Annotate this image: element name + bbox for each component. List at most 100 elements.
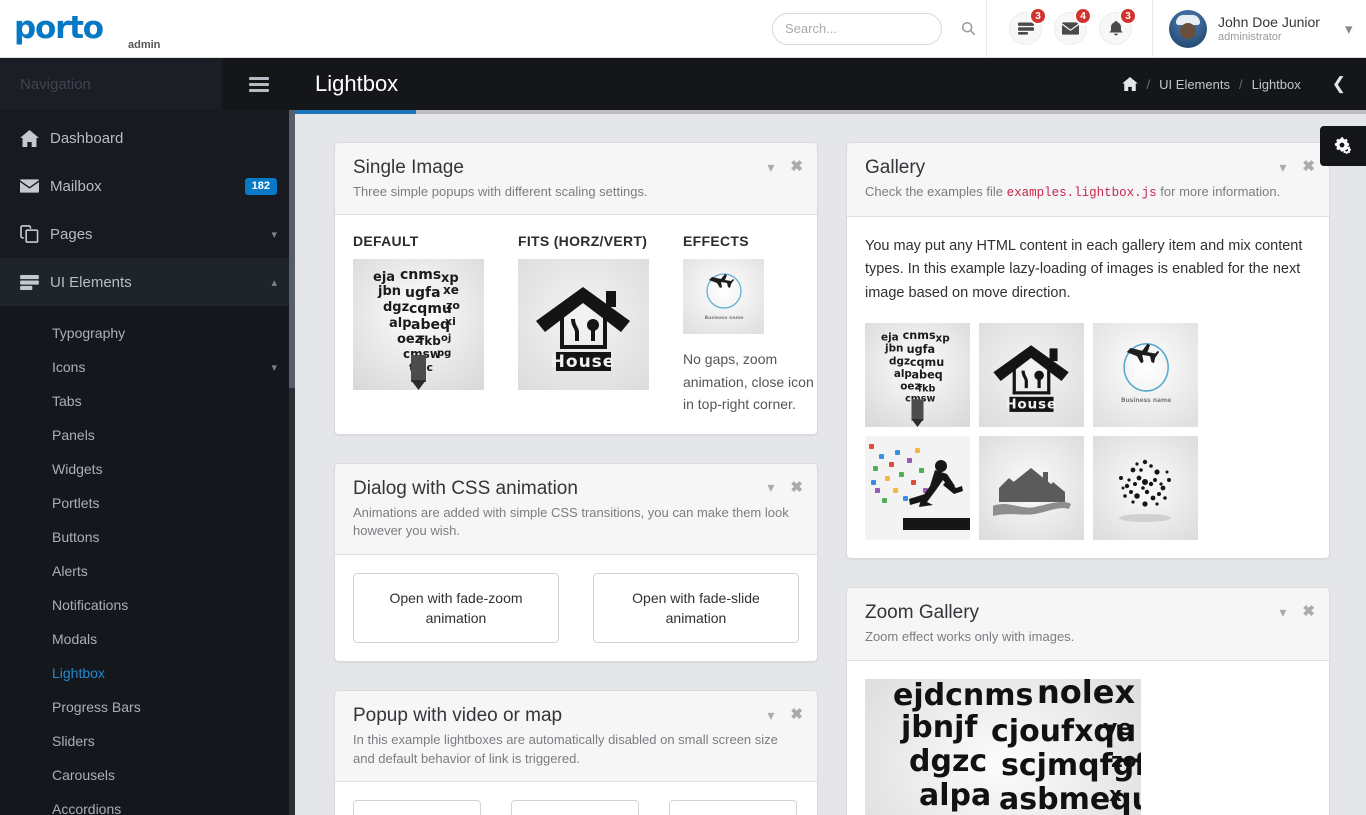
gallery-grid: eja cnms xp jbn ugfa dgz cqmu alp abeq oez fk… (865, 323, 1311, 541)
airplane-circle-image[interactable]: Business name (683, 259, 764, 335)
user-profile-menu[interactable]: John Doe Junior administrator ▾ (1153, 9, 1353, 48)
letters-pencil-image[interactable]: eja cnms xp jbn ugfa dgz cqmu alp abeq oez fk… (865, 323, 970, 428)
collapse-icon[interactable]: ▾ (767, 480, 774, 494)
letters-pencil-image[interactable]: eja cnms xp jbn ugfa xe dgz cqmu zo alp abeq… (353, 259, 484, 391)
single-image-effects: EFFECTS Business name No gaps, zoom anim… (683, 233, 823, 415)
panel-actions: ▾ ✖ (1279, 159, 1315, 174)
chevron-left-icon[interactable]: ❮ (1332, 74, 1346, 94)
sidebar-item-notifications[interactable]: Notifications (0, 588, 295, 622)
user-name: John Doe Junior (1218, 13, 1320, 30)
main-content: Single Image Three simple popups with di… (295, 114, 1366, 815)
svg-text:jbn: jbn (377, 284, 401, 299)
breadcrumb-ui-elements[interactable]: UI Elements (1159, 77, 1230, 92)
sidebar-item-typography[interactable]: Typography (0, 316, 295, 350)
envelope-icon[interactable]: 4 (1054, 7, 1092, 45)
sidebar-item-lightbox[interactable]: Lightbox (0, 656, 295, 690)
open-fade-slide-button[interactable]: Open with fade-slide animation (593, 572, 799, 644)
sidebar-item-alerts[interactable]: Alerts (0, 554, 295, 588)
sidebar-toggle-button[interactable] (222, 58, 295, 110)
top-header-bar: porto admin 3 4 (0, 0, 1366, 58)
tasks-icon[interactable]: 3 (1009, 7, 1047, 45)
sidebar-item-mailbox[interactable]: Mailbox 182 (0, 162, 295, 210)
sidebar-item-buttons[interactable]: Buttons (0, 520, 295, 554)
panel-header: Zoom Gallery Zoom effect works only with… (847, 588, 1329, 661)
sidebar-label: Mailbox (50, 177, 102, 195)
left-column: Single Image Three simple popups with di… (334, 142, 818, 815)
close-icon[interactable]: ✖ (1302, 604, 1315, 619)
sidebar-item-panels[interactable]: Panels (0, 418, 295, 452)
sidebar-label: Dashboard (50, 129, 124, 147)
collapse-icon[interactable]: ▾ (1279, 605, 1286, 619)
panel-header: Dialog with CSS animation Animations are… (335, 463, 817, 555)
panel-title: Gallery (865, 157, 926, 178)
sidebar-item-progress-bars[interactable]: Progress Bars (0, 690, 295, 724)
close-icon[interactable]: ✖ (790, 480, 803, 495)
chevron-down-icon[interactable]: ▾ (1345, 20, 1353, 38)
mailbox-count-badge: 182 (244, 177, 277, 195)
settings-gear-icon[interactable] (1320, 126, 1366, 166)
houses-silhouette-image[interactable] (979, 436, 1084, 541)
sidebar-item-pages[interactable]: Pages ▾ (0, 210, 295, 258)
panel-zoom-gallery: Zoom Gallery Zoom effect works only with… (846, 587, 1330, 815)
breadcrumb-lightbox[interactable]: Lightbox (1252, 77, 1301, 92)
sidebar-item-modals[interactable]: Modals (0, 622, 295, 656)
search-input[interactable] (785, 21, 961, 36)
collapse-icon[interactable]: ▾ (767, 160, 774, 174)
chevron-up-icon[interactable]: ▴ (271, 276, 277, 289)
bell-icon[interactable]: 3 (1099, 7, 1137, 45)
panel-actions: ▾ ✖ (767, 159, 803, 174)
panel-dialog-css-animation: Dialog with CSS animation Animations are… (334, 462, 818, 663)
chevron-down-icon[interactable]: ▾ (271, 361, 277, 374)
house-logo-image[interactable]: House (518, 259, 649, 391)
collapse-icon[interactable]: ▾ (1279, 160, 1286, 174)
svg-text:abeq: abeq (911, 369, 942, 382)
panel-subtitle: Zoom effect works only with images. (865, 629, 1075, 645)
close-icon[interactable]: ✖ (790, 159, 803, 174)
panel-subtitle: Check the examples file examples.lightbo… (865, 183, 1311, 203)
sidebar-item-widgets[interactable]: Widgets (0, 452, 295, 486)
search-box[interactable] (772, 12, 976, 45)
open-fade-zoom-button[interactable]: Open with fade-zoom animation (353, 572, 559, 644)
panel-actions: ▾ ✖ (1279, 604, 1315, 619)
panel-body: ejdcnms nolex jbnjf cjoufxqu ye dgzc scjmqf… (847, 661, 1329, 815)
search-icon[interactable] (961, 21, 976, 36)
panel-popup-video-map: Popup with video or map In this example … (334, 690, 818, 815)
brand-name: porto (14, 10, 104, 46)
hamburger-icon (248, 76, 269, 92)
close-icon[interactable]: ✖ (1302, 159, 1315, 174)
sidebar-sublabel: Carousels (52, 767, 116, 783)
svg-text:ugfa: ugfa (907, 343, 935, 356)
svg-text:x: x (1109, 782, 1122, 806)
home-icon[interactable] (1121, 77, 1138, 91)
sidebar-sublabel: Buttons (52, 529, 100, 545)
svg-text:dgz: dgz (889, 356, 910, 368)
breadcrumb: / UI Elements / Lightbox ❮ (1121, 74, 1346, 94)
open-youtube-button[interactable]: Open YouTube (353, 800, 481, 815)
open-google-button[interactable]: Open Google (669, 800, 797, 815)
letters-pencil-image[interactable]: ejdcnms nolex jbnjf cjoufxqu ye dgzc scjmqf… (865, 678, 1141, 815)
caption: DEFAULT (353, 233, 419, 250)
sidebar-item-accordions[interactable]: Accordions (0, 792, 295, 815)
dotted-sphere-image[interactable] (1093, 436, 1198, 541)
svg-text:oj: oj (441, 333, 451, 344)
user-role: administrator (1218, 31, 1282, 44)
sidebar-item-carousels[interactable]: Carousels (0, 758, 295, 792)
open-vimeo-button[interactable]: Open Vimeo (511, 800, 639, 815)
sidebar-item-sliders[interactable]: Sliders (0, 724, 295, 758)
chevron-down-icon[interactable]: ▾ (271, 228, 277, 241)
sidebar-item-icons[interactable]: Icons ▾ (0, 350, 295, 384)
svg-text:eja: eja (881, 332, 899, 344)
airplane-circle-image[interactable]: Business name (1093, 323, 1198, 428)
svg-text:House: House (551, 352, 616, 372)
collapse-icon[interactable]: ▾ (767, 708, 774, 722)
brand-logo[interactable]: porto admin (0, 10, 220, 52)
sidebar-item-tabs[interactable]: Tabs (0, 384, 295, 418)
svg-text:ugfa: ugfa (405, 285, 441, 301)
running-man-icons-image[interactable] (865, 436, 970, 541)
house-logo-image[interactable]: House (979, 323, 1084, 428)
sidebar-item-ui-elements[interactable]: UI Elements ▴ (0, 258, 295, 306)
svg-text:alp: alp (389, 316, 412, 331)
sidebar-item-portlets[interactable]: Portlets (0, 486, 295, 520)
sidebar-item-dashboard[interactable]: Dashboard (0, 114, 295, 162)
close-icon[interactable]: ✖ (790, 707, 803, 722)
